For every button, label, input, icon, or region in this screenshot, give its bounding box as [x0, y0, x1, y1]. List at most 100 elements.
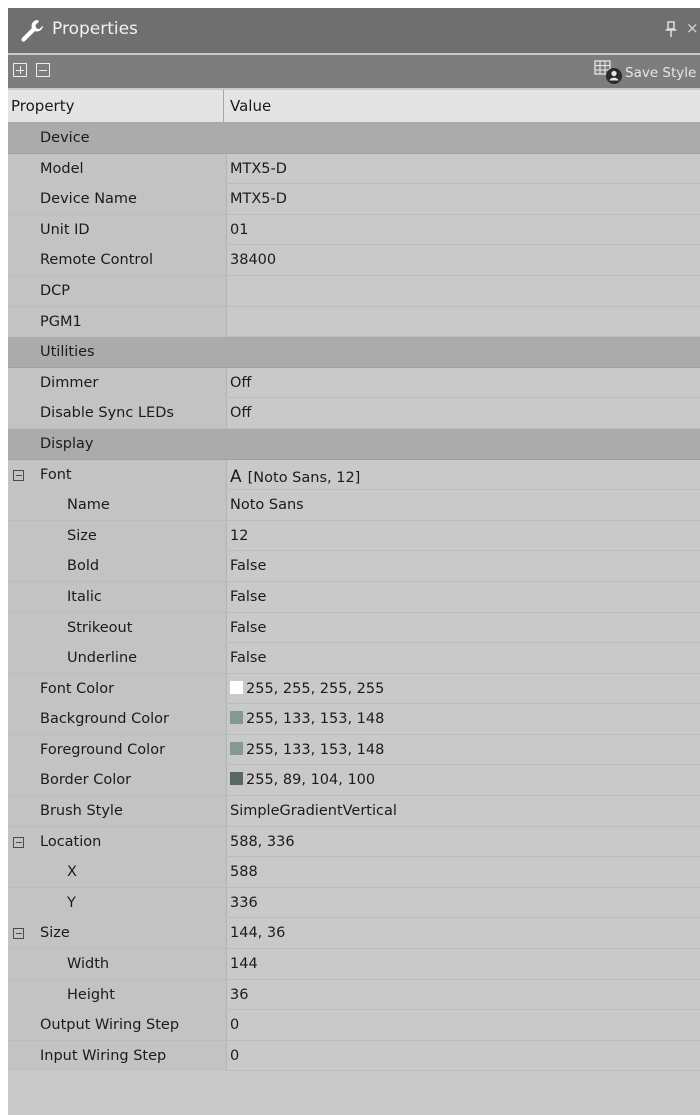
property-row[interactable]: Device Name MTX5-D — [8, 184, 700, 215]
property-name: Italic — [67, 588, 102, 605]
property-value[interactable]: False — [230, 650, 266, 666]
property-value[interactable]: A [Noto Sans, 12] — [230, 467, 360, 487]
property-value-text: False — [230, 588, 267, 605]
property-row[interactable]: Border Color 255, 89, 104, 100 — [8, 765, 700, 797]
property-row[interactable]: Font Color 255, 255, 255, 255 — [8, 673, 700, 705]
property-value[interactable]: 38400 — [230, 252, 276, 268]
property-value[interactable]: False — [230, 620, 266, 636]
property-grid: Device Model MTX5-D Device Name MTX5-D Unit I… — [8, 123, 700, 1072]
property-name: Dimmer — [40, 374, 99, 391]
column-separator — [226, 796, 227, 826]
property-value[interactable]: 0 — [230, 1048, 239, 1064]
property-name: Bold — [67, 558, 100, 575]
property-value[interactable]: 144 — [230, 956, 258, 972]
property-row[interactable]: Size 12 — [8, 520, 700, 552]
property-row[interactable]: Underline False — [8, 643, 700, 674]
property-value[interactable]: 588 — [230, 864, 258, 880]
category-label: Device — [40, 130, 90, 146]
color-swatch — [230, 741, 243, 755]
property-row[interactable]: DCP — [8, 275, 700, 307]
property-name: Font — [40, 466, 72, 483]
column-separator — [226, 826, 227, 857]
property-row[interactable]: Bold False — [8, 551, 700, 582]
color-swatch — [230, 711, 243, 725]
close-icon[interactable]: × — [686, 19, 699, 37]
property-value-text: MTX5-D — [230, 191, 287, 208]
property-value[interactable]: SimpleGradientVertical — [230, 803, 397, 819]
property-value[interactable]: 0 — [230, 1017, 239, 1033]
property-value-text: 588 — [230, 864, 258, 881]
expand-all-button[interactable] — [13, 63, 27, 77]
property-row[interactable]: PGM1 — [8, 306, 700, 338]
property-row[interactable]: Dimmer Off — [8, 367, 700, 399]
property-value[interactable]: 255, 89, 104, 100 — [230, 772, 375, 788]
property-row[interactable]: Disable Sync LEDs Off — [8, 398, 700, 429]
property-row[interactable]: Italic False — [8, 581, 700, 613]
property-row[interactable]: Location 588, 336 — [8, 826, 700, 858]
save-style-button[interactable]: Save Style — [594, 59, 700, 85]
property-row[interactable]: Output Wiring Step 0 — [8, 1010, 700, 1041]
property-row[interactable]: Name Noto Sans — [8, 490, 700, 521]
column-separator — [226, 704, 227, 734]
property-row[interactable]: Strikeout False — [8, 612, 700, 644]
property-name: Border Color — [40, 772, 132, 789]
property-value[interactable]: 255, 133, 153, 148 — [230, 711, 384, 727]
property-row[interactable]: Model MTX5-D — [8, 153, 700, 185]
property-value[interactable]: Off — [230, 405, 251, 421]
property-name: DCP — [40, 282, 71, 299]
property-row[interactable]: Input Wiring Step 0 — [8, 1040, 700, 1072]
column-separator — [226, 1010, 227, 1040]
property-row[interactable]: Background Color 255, 133, 153, 148 — [8, 704, 700, 735]
column-divider[interactable] — [223, 90, 224, 123]
property-value[interactable]: 255, 255, 255, 255 — [230, 680, 384, 697]
category-label: Display — [40, 435, 94, 452]
property-value-text: 588, 336 — [230, 833, 295, 850]
property-row[interactable]: X 588 — [8, 857, 700, 888]
collapse-toggle-icon[interactable] — [13, 928, 24, 940]
property-label-cell — [8, 551, 227, 582]
property-row[interactable]: Y 336 — [8, 887, 700, 919]
property-value[interactable]: 01 — [230, 222, 248, 238]
property-row[interactable]: Brush Style SimpleGradientVertical — [8, 796, 700, 827]
property-value-text: Off — [230, 405, 252, 422]
property-row[interactable]: Size 144, 36 — [8, 918, 700, 950]
property-value[interactable]: MTX5-D — [230, 161, 287, 177]
property-value[interactable]: False — [230, 589, 266, 605]
property-name: Strikeout — [67, 619, 133, 636]
property-row[interactable]: Remote Control 38400 — [8, 245, 700, 276]
pin-icon[interactable] — [664, 21, 678, 39]
properties-panel: Properties × Save Style Property Value D… — [8, 8, 700, 1115]
property-value[interactable]: 12 — [230, 528, 248, 544]
property-name: Font Color — [40, 680, 115, 697]
property-value[interactable]: 588, 336 — [230, 834, 295, 850]
property-name: Model — [40, 160, 84, 177]
collapse-all-button[interactable] — [36, 63, 50, 77]
property-value[interactable]: 255, 133, 153, 148 — [230, 741, 384, 758]
property-row[interactable]: Font A [Noto Sans, 12] — [8, 459, 700, 491]
panel-title-bar: Properties × — [8, 8, 700, 53]
column-separator — [226, 214, 227, 245]
column-separator — [226, 581, 227, 612]
collapse-toggle-icon[interactable] — [13, 469, 24, 481]
property-value-text: 144 — [230, 956, 258, 973]
property-row[interactable]: Height 36 — [8, 979, 700, 1011]
property-row[interactable]: Foreground Color 255, 133, 153, 148 — [8, 734, 700, 766]
property-name: PGM1 — [40, 313, 82, 330]
collapse-toggle-icon[interactable] — [13, 836, 24, 848]
property-name: Unit ID — [40, 221, 90, 238]
column-separator — [226, 612, 227, 643]
property-value[interactable]: 144, 36 — [230, 925, 285, 941]
property-row[interactable]: Unit ID 01 — [8, 214, 700, 246]
property-name: Device Name — [40, 191, 137, 208]
property-row[interactable]: Width 144 — [8, 949, 700, 980]
wrench-icon — [21, 20, 43, 42]
property-value[interactable]: Off — [230, 375, 251, 391]
property-value-text: 336 — [230, 894, 258, 911]
property-value[interactable]: 36 — [230, 987, 248, 1003]
property-value[interactable]: MTX5-D — [230, 191, 287, 207]
property-value[interactable]: 336 — [230, 895, 258, 911]
property-value[interactable]: False — [230, 558, 266, 574]
property-name: Location — [40, 833, 102, 850]
property-value[interactable]: Noto Sans — [230, 497, 304, 513]
property-label-cell — [8, 949, 227, 980]
